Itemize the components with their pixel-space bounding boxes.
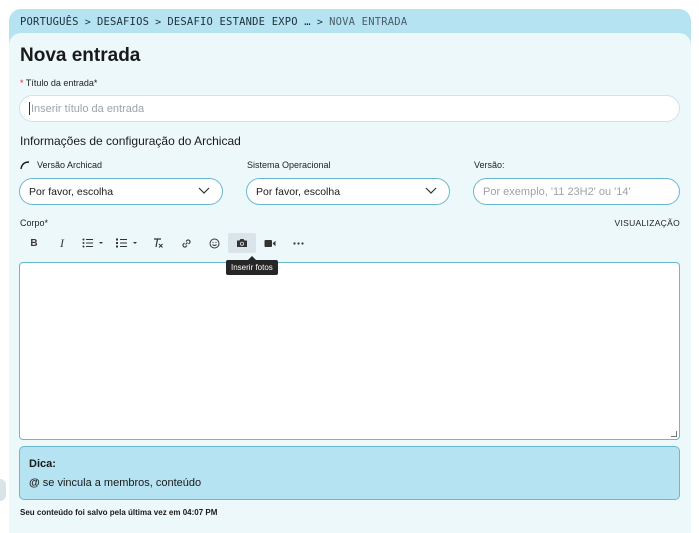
clear-format-button[interactable] bbox=[144, 233, 172, 253]
bold-button[interactable]: B bbox=[20, 233, 48, 253]
entry-title-label-text: Título da entrada* bbox=[25, 78, 98, 88]
body-editor[interactable] bbox=[19, 262, 680, 440]
resize-handle[interactable] bbox=[671, 431, 677, 437]
breadcrumb-current: NOVA ENTRADA bbox=[329, 16, 408, 28]
breadcrumb: PORTUGUÊS > DESAFIOS > DESAFIO ESTANDE E… bbox=[20, 14, 407, 30]
entry-title-input[interactable]: Inserir título da entrada bbox=[19, 95, 680, 122]
bold-icon: B bbox=[30, 237, 38, 249]
archicad-version-label-text: Versão Archicad bbox=[37, 160, 103, 170]
archicad-version-label: Versão Archicad bbox=[20, 160, 102, 170]
at-symbol: @ bbox=[29, 477, 40, 489]
version-placeholder: Por exemplo, '11 23H2' ou '14' bbox=[483, 185, 631, 198]
tip-heading: Dica: bbox=[29, 458, 56, 470]
more-icon bbox=[292, 241, 304, 245]
link-icon bbox=[181, 238, 191, 248]
archicad-version-select[interactable]: Por favor, escolha bbox=[19, 178, 223, 205]
chevron-right-icon: > bbox=[84, 16, 91, 28]
chevron-down-icon bbox=[425, 187, 437, 194]
version-input[interactable]: Por exemplo, '11 23H2' ou '14' bbox=[473, 178, 680, 205]
chevron-down-icon bbox=[198, 187, 210, 194]
clear-format-icon bbox=[153, 238, 163, 248]
side-handle[interactable] bbox=[0, 479, 6, 501]
insert-photo-tooltip: Inserir fotos bbox=[226, 256, 278, 275]
numbered-list-button[interactable] bbox=[110, 233, 144, 253]
saved-status: Seu conteúdo foi salvo pela última vez e… bbox=[20, 508, 218, 517]
video-icon bbox=[264, 239, 276, 247]
tip-body: se vincula a membros, conteúdo bbox=[39, 477, 202, 489]
italic-icon: I bbox=[60, 235, 64, 250]
insert-video-button[interactable] bbox=[256, 233, 284, 253]
text-cursor bbox=[29, 102, 30, 115]
os-select[interactable]: Por favor, escolha bbox=[246, 178, 450, 205]
tip-box: Dica: @ se vincula a membros, conteúdo bbox=[19, 446, 680, 500]
entry-title-label: * Título da entrada* bbox=[20, 78, 97, 88]
emoji-button[interactable] bbox=[200, 233, 228, 253]
editor-toolbar: B I bbox=[20, 233, 312, 253]
bullet-list-button[interactable] bbox=[76, 233, 110, 253]
os-label: Sistema Operacional bbox=[247, 160, 331, 170]
chevron-right-icon: > bbox=[316, 16, 324, 28]
body-label: Corpo* bbox=[20, 218, 49, 228]
os-value: Por favor, escolha bbox=[256, 185, 341, 198]
breadcrumb-item-desafio[interactable]: DESAFIO ESTANDE EXPO … bbox=[167, 16, 310, 28]
link-button[interactable] bbox=[172, 233, 200, 253]
version-label: Versão: bbox=[474, 160, 505, 170]
page-title: Nova entrada bbox=[20, 45, 141, 66]
italic-button[interactable]: I bbox=[48, 233, 76, 253]
numbered-list-icon bbox=[116, 238, 137, 248]
breadcrumb-item-portugues[interactable]: PORTUGUÊS bbox=[20, 16, 79, 28]
tip-text: @ se vincula a membros, conteúdo bbox=[29, 477, 201, 489]
bullet-list-icon bbox=[82, 238, 103, 248]
chevron-right-icon: > bbox=[155, 16, 162, 28]
preview-button[interactable]: VISUALIZAÇÃO bbox=[615, 218, 680, 228]
camera-icon bbox=[237, 239, 247, 247]
entry-title-placeholder: Inserir título da entrada bbox=[31, 102, 145, 115]
insert-photo-button[interactable] bbox=[228, 233, 256, 253]
breadcrumb-item-desafios[interactable]: DESAFIOS bbox=[97, 16, 149, 28]
required-mark: * bbox=[20, 78, 24, 88]
more-button[interactable] bbox=[284, 233, 312, 253]
emoji-icon bbox=[209, 238, 219, 248]
archicad-version-value: Por favor, escolha bbox=[29, 185, 114, 198]
arc-icon bbox=[20, 160, 30, 169]
config-heading: Informações de configuração do Archicad bbox=[20, 134, 241, 148]
